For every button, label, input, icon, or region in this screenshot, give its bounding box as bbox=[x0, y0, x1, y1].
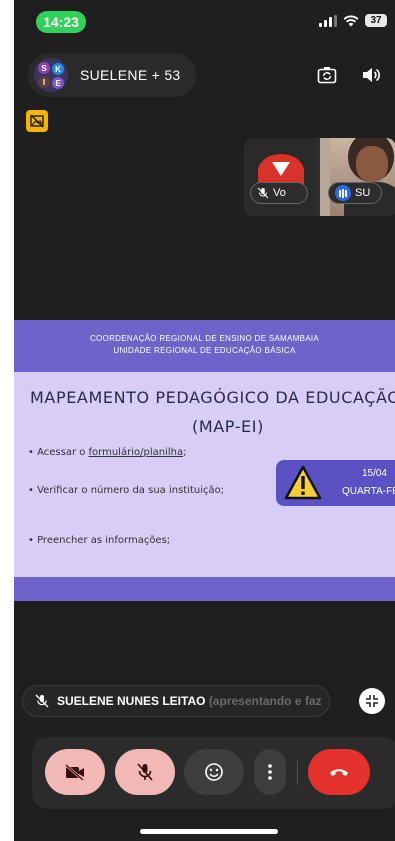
mic-off-icon bbox=[35, 694, 49, 708]
end-call-icon bbox=[330, 769, 348, 776]
warning-icon bbox=[284, 465, 322, 500]
presenter-name: SUELENE NUNES LEITAO bbox=[57, 694, 206, 708]
participant-name-pill: Vo bbox=[250, 182, 308, 204]
participant-tiles: Vo SU bbox=[244, 138, 395, 216]
presenter-label: SUELENE NUNES LEITAO (apresentando e faz bbox=[57, 694, 322, 708]
switch-camera-icon bbox=[317, 67, 337, 84]
switch-camera-button[interactable] bbox=[316, 64, 338, 86]
slide-header-line: COORDENAÇÃO REGIONAL DE ENSINO DE SAMAMB… bbox=[89, 334, 320, 343]
warning-callout: 15/04 QUARTA-FE bbox=[276, 460, 395, 506]
home-indicator bbox=[140, 829, 278, 834]
participant-name-pill: SU bbox=[328, 182, 382, 204]
meeting-participants-label: SUELENE + 53 bbox=[80, 67, 181, 83]
end-call-button[interactable] bbox=[308, 749, 370, 795]
presenter-status: (apresentando e faz bbox=[208, 694, 322, 708]
slide-footer bbox=[14, 577, 395, 601]
slide-bullet: • Acessar o formulário/planilha; bbox=[28, 447, 187, 458]
speaking-icon bbox=[335, 185, 351, 201]
meet-screen: 14:23 37 S K I E SUELENE + 53 Vo SU COOR… bbox=[14, 0, 395, 841]
warning-date: 15/04 bbox=[361, 468, 387, 479]
avatar-group: S K I E bbox=[34, 58, 68, 92]
avatar: I bbox=[38, 76, 50, 88]
participants-pill[interactable]: S K I E SUELENE + 53 bbox=[28, 53, 196, 97]
exit-fullscreen-button[interactable] bbox=[359, 688, 385, 714]
status-time: 14:23 bbox=[36, 11, 86, 33]
participant-tile[interactable]: SU bbox=[320, 138, 395, 216]
avatar: K bbox=[52, 63, 64, 75]
slide-title: MAPEAMENTO PEDAGÓGICO DA EDUCAÇÃO INFAN bbox=[30, 388, 395, 407]
more-options-button[interactable] bbox=[254, 749, 286, 795]
wifi-icon bbox=[343, 15, 359, 26]
slide-header: COORDENAÇÃO REGIONAL DE ENSINO DE SAMAMB… bbox=[14, 320, 395, 372]
slide-subtitle: (MAP-EI) bbox=[192, 417, 264, 436]
camera-off-icon bbox=[65, 764, 84, 781]
audio-output-button[interactable] bbox=[360, 64, 382, 86]
mic-off-icon bbox=[137, 763, 153, 781]
signal-icon bbox=[319, 14, 337, 27]
slide-header-line: UNIDADE REGIONAL DE EDUCAÇÃO BÁSICA bbox=[113, 346, 296, 355]
participant-name: Vo bbox=[273, 187, 286, 199]
smiley-icon bbox=[205, 763, 223, 781]
slide-bullet: • Preencher as informações; bbox=[28, 535, 171, 546]
more-vertical-icon bbox=[268, 764, 272, 780]
reactions-button[interactable] bbox=[184, 749, 244, 795]
participant-video bbox=[330, 138, 395, 216]
camera-off-button[interactable] bbox=[45, 749, 105, 795]
mic-off-icon bbox=[257, 187, 269, 199]
participant-tile[interactable]: Vo bbox=[244, 138, 316, 216]
avatar: E bbox=[52, 77, 64, 89]
avatar: S bbox=[38, 62, 50, 74]
warning-day: QUARTA-FE bbox=[342, 486, 395, 497]
hide-tiles-button[interactable] bbox=[26, 110, 48, 132]
form-link[interactable]: formulário/planilha bbox=[89, 447, 184, 458]
presenter-pill[interactable]: SUELENE NUNES LEITAO (apresentando e faz bbox=[22, 685, 330, 717]
mic-off-button[interactable] bbox=[115, 749, 175, 795]
slide-bullet: • Verificar o número da sua instituição; bbox=[28, 485, 225, 496]
participant-name: SU bbox=[355, 187, 371, 199]
speaker-icon bbox=[363, 68, 380, 82]
divider bbox=[297, 761, 298, 785]
no-image-icon bbox=[30, 114, 44, 128]
collapse-icon bbox=[366, 695, 378, 707]
battery-indicator: 37 bbox=[365, 14, 387, 27]
call-controls bbox=[32, 737, 395, 809]
status-icons: 37 bbox=[319, 14, 387, 27]
